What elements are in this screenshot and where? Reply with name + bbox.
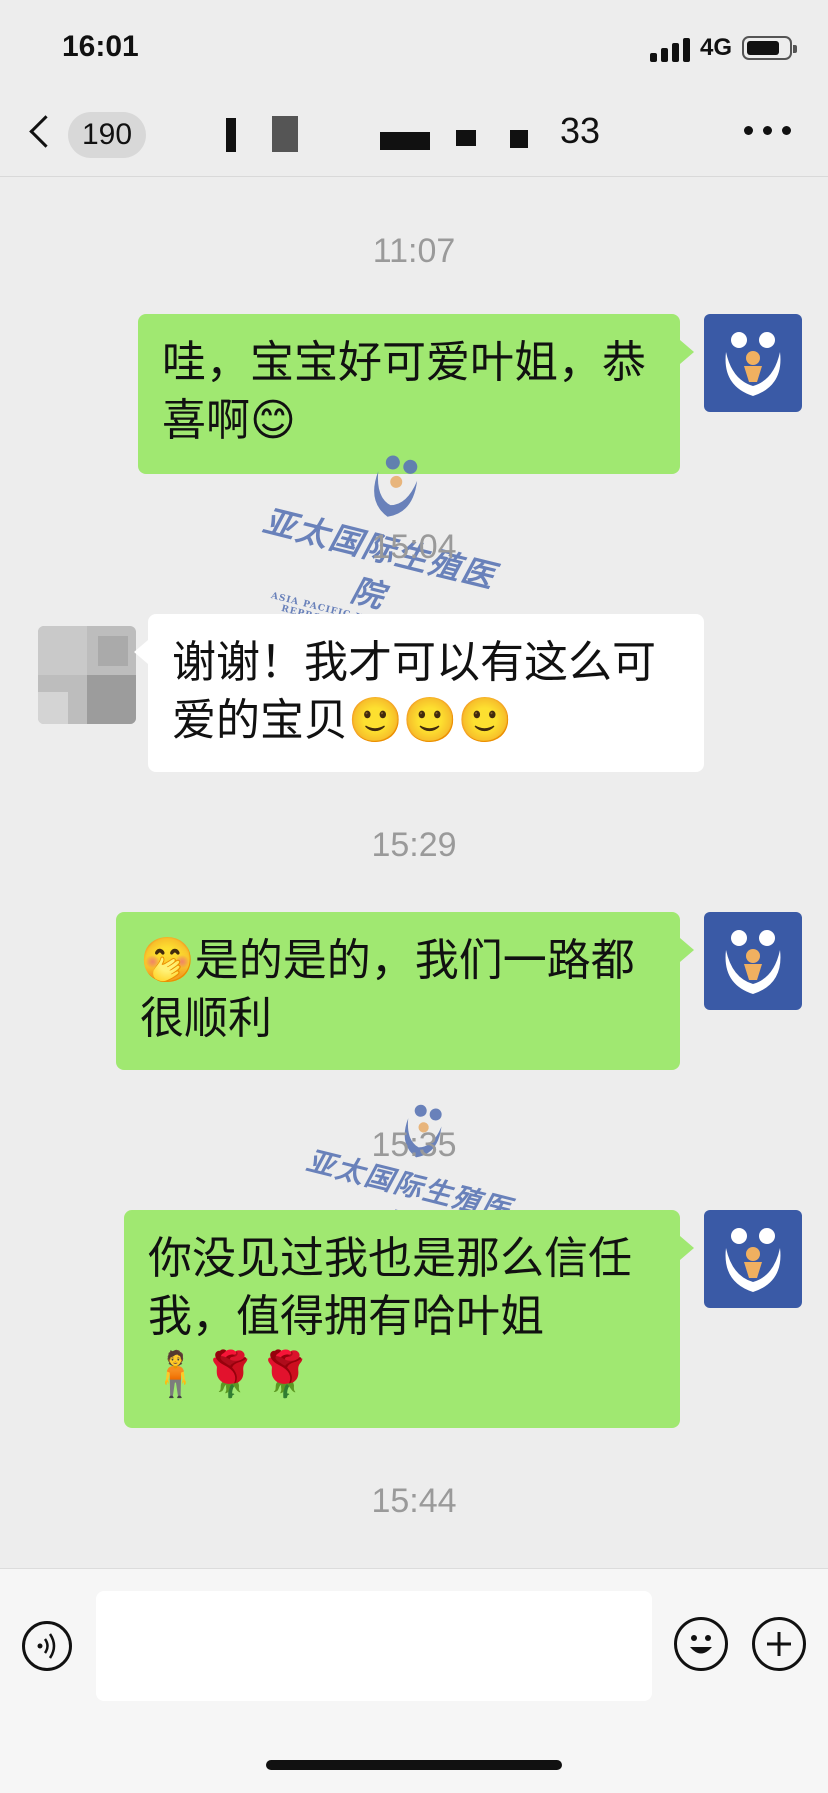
emoji-icon: [690, 1635, 712, 1654]
status-time: 16:01: [62, 30, 139, 63]
contact-avatar[interactable]: [38, 626, 136, 724]
message-emoji: 🧍🌹🌹: [148, 1349, 313, 1400]
home-indicator: [266, 1760, 562, 1770]
timestamp: 15:29: [371, 826, 457, 864]
chat-title: 33: [220, 110, 620, 162]
message-text: 哇，宝宝好可爱叶姐，恭喜啊😊: [162, 337, 646, 446]
hospital-logo-icon: [725, 930, 781, 994]
more-dots-icon[interactable]: [744, 120, 794, 140]
hospital-logo-icon: [725, 332, 781, 396]
hospital-avatar[interactable]: [704, 1210, 802, 1308]
hospital-logo-icon: [725, 1228, 781, 1292]
timestamp: 11:07: [372, 232, 456, 270]
voice-icon: [37, 1633, 56, 1659]
plus-button[interactable]: [752, 1617, 806, 1671]
plus-icon: [767, 1632, 791, 1656]
message-bubble-received[interactable]: 谢谢！我才可以有这么可爱的宝贝🙂🙂🙂: [134, 614, 704, 772]
chevron-left-icon: [29, 115, 62, 148]
message-bubble-sent[interactable]: 🤭是的是的，我们一路都很顺利: [116, 912, 694, 1070]
chat-header: 190 33: [0, 96, 828, 177]
back-button[interactable]: 190: [28, 108, 158, 164]
signal-icon: [650, 38, 694, 62]
watermark-logo-icon: [374, 455, 418, 517]
message-input[interactable]: [96, 1591, 652, 1701]
message-bubble-sent[interactable]: 哇，宝宝好可爱叶姐，恭喜啊😊: [138, 314, 694, 474]
hospital-avatar[interactable]: [704, 912, 802, 1010]
redaction-block: [456, 130, 476, 146]
redaction-block: [272, 116, 298, 152]
message-text: 谢谢！我才可以有这么可爱的宝贝🙂🙂🙂: [172, 637, 656, 746]
message-text: 你没见过我也是那么信任我，值得拥有哈叶姐: [148, 1233, 632, 1342]
network-type: 4G: [700, 34, 733, 61]
voice-button[interactable]: [22, 1621, 72, 1671]
redaction-block: [510, 130, 528, 148]
redaction-block: [226, 118, 236, 152]
unread-count-badge: 190: [68, 112, 147, 158]
message-bubble-sent[interactable]: 你没见过我也是那么信任我，值得拥有哈叶姐 🧍🌹🌹: [124, 1210, 694, 1428]
timestamp: 15:04: [371, 528, 457, 566]
battery-icon: [742, 36, 797, 60]
emoji-button[interactable]: [674, 1617, 728, 1671]
hospital-avatar[interactable]: [704, 314, 802, 412]
status-bar: 16:01 4G: [0, 0, 828, 96]
message-text: 🤭是的是的，我们一路都很顺利: [140, 935, 635, 1044]
chat-title-text: 33: [559, 110, 600, 151]
timestamp: 15:44: [371, 1482, 457, 1520]
redaction-block: [380, 132, 430, 150]
timestamp: 15:35: [371, 1126, 457, 1164]
